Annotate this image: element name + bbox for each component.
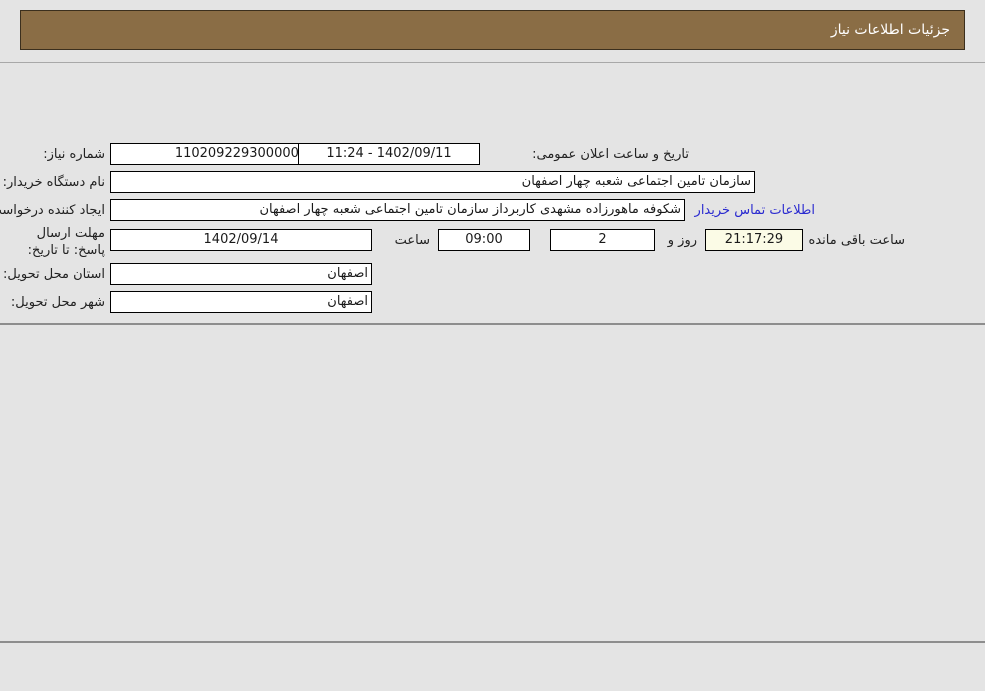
need-summary-panel: شماره نیاز: 1102092293000009 تاریخ و ساع… [0,62,985,371]
buyer-org-label: نام دستگاه خریدار: [2,175,105,190]
public-announce-value: 1402/09/11 - 11:24 [298,143,480,165]
province-label: استان محل تحویل: [3,267,105,282]
page-title: جزئیات اطلاعات نیاز [830,22,950,38]
requester-label: ایجاد کننده درخواست: [0,203,105,218]
deadline-date-value: 1402/09/14 [110,229,372,251]
deadline-label: مهلت ارسال پاسخ: تا تاریخ: [27,226,105,258]
remaining-time-value: 21:17:29 [705,229,803,251]
city-value: اصفهان [110,291,372,313]
footer-panel: چاپ بازگشت [0,643,985,691]
need-details-panel: شرح کلی نیاز: برگزاری کلاس با محورهای فر… [0,325,985,691]
deadline-hour-label: ساعت [394,233,430,248]
remaining-time-suffix: ساعت باقی مانده [808,233,905,248]
remaining-days-suffix: روز و [667,233,697,248]
requester-value: شکوفه ماهورزاده مشهدی کاربرداز سازمان تا… [110,199,685,221]
buyer-org-value: سازمان تامین اجتماعی شعبه چهار اصفهان [110,171,755,193]
buyer-contact-link[interactable]: اطلاعات تماس خریدار [695,203,815,218]
window-titlebar: جزئیات اطلاعات نیاز [20,10,965,50]
need-number-label: شماره نیاز: [43,147,105,162]
page-root: AriaTender.neT W جزئیات اطلاعات نیاز شما… [0,0,985,691]
remaining-days-value: 2 [550,229,655,251]
province-value: اصفهان [110,263,372,285]
city-label: شهر محل تحویل: [10,295,105,310]
deadline-hour-value: 09:00 [438,229,530,251]
public-announce-label: تاریخ و ساعت اعلان عمومی: [532,147,689,162]
